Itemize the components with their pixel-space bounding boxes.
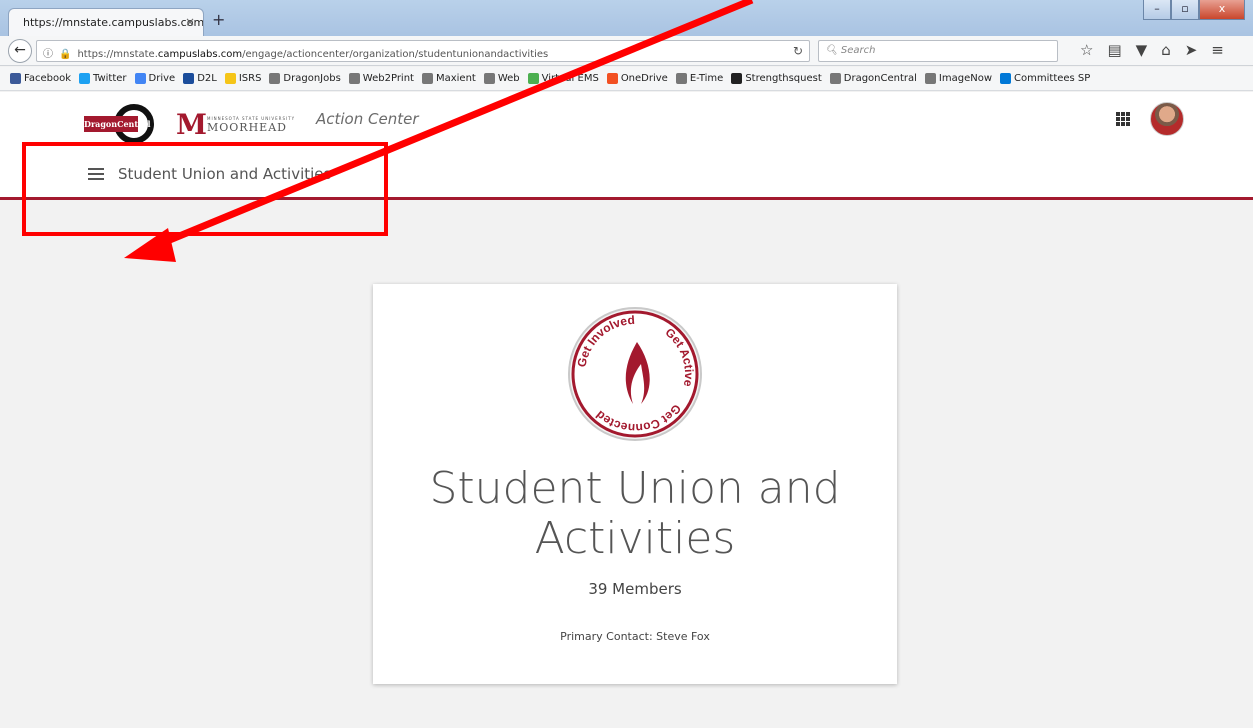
bookmark-favicon-icon <box>924 73 936 84</box>
url-host: campuslabs.com <box>157 49 243 60</box>
new-tab-button[interactable]: + <box>212 10 225 29</box>
member-count[interactable]: 39 Members <box>373 580 897 598</box>
bookmark-item[interactable]: DragonJobs <box>269 73 341 84</box>
bookmark-item[interactable]: Web <box>483 73 520 84</box>
toolbar-icons: ☆ ▤ ▼ ⌂ ➤ ≡ <box>1080 41 1224 59</box>
url-bar[interactable]: ⓘ 🔒 https://mnstate.campuslabs.com/engage/… <box>36 40 810 62</box>
bookmarks-bar: Facebook Twitter Drive D2L ISRS DragonJobs Web… <box>0 67 1253 91</box>
bookmark-label: Virtual EMS <box>541 73 599 84</box>
tab-close-icon[interactable]: × <box>185 15 195 29</box>
bookmark-favicon-icon <box>224 73 236 84</box>
page-content: DragonCentral M MINNESOTA STATE UNIVERSI… <box>0 92 1253 728</box>
bookmark-label: ImageNow <box>938 73 993 84</box>
bookmark-item[interactable]: Web2Print <box>348 73 414 84</box>
window-controls: – ▫ x <box>1143 0 1245 20</box>
bookmark-item[interactable]: Maxient <box>421 73 476 84</box>
bookmark-favicon-icon <box>10 73 21 84</box>
dragon-central-banner: DragonCentral <box>84 116 151 132</box>
search-placeholder: Search <box>840 45 876 56</box>
bookmark-favicon-icon <box>79 73 90 84</box>
home-icon[interactable]: ⌂ <box>1161 41 1171 59</box>
msum-wordmark: MINNESOTA STATE UNIVERSITY MOORHEAD <box>207 116 295 134</box>
organization-title-line1: Student Union and <box>429 463 841 514</box>
bookmark-favicon-icon <box>527 73 539 84</box>
bookmark-item[interactable]: DragonCentral <box>829 73 917 84</box>
bookmark-favicon-icon <box>421 73 433 84</box>
search-input[interactable]: 🔍︎ Search <box>818 40 1058 62</box>
bookmark-label: D2L <box>197 73 217 84</box>
bookmark-item[interactable]: Committees SP <box>1000 73 1090 84</box>
bookmark-favicon-icon <box>606 73 618 84</box>
bookmark-favicon-icon <box>731 73 743 84</box>
primary-contact: Primary Contact: Steve Fox <box>560 630 710 643</box>
search-icon: 🔍︎ <box>825 45 841 56</box>
bookmark-label: OneDrive <box>620 73 668 84</box>
url-prefix: https://mnstate. <box>77 49 158 60</box>
send-icon[interactable]: ➤ <box>1185 41 1198 59</box>
bookmark-item[interactable]: E-Time <box>675 73 724 84</box>
info-icon[interactable]: ⓘ <box>43 49 53 60</box>
bookmark-favicon-icon <box>1000 73 1012 84</box>
app-title[interactable]: Action Center <box>316 110 419 128</box>
bookmark-item[interactable]: Strengthsquest <box>731 73 822 84</box>
organization-title-line2: Activities <box>534 513 736 564</box>
close-window-button[interactable]: x <box>1199 0 1245 20</box>
organization-card: Get Involved Get Active Get Connected St… <box>373 284 897 684</box>
bookmark-label: Strengthsquest <box>745 73 822 84</box>
annotation-highlight-box <box>22 142 388 236</box>
bookmark-label: Twitter <box>93 73 127 84</box>
back-arrow-icon: ← <box>14 42 26 58</box>
bookmark-item[interactable]: ImageNow <box>924 73 993 84</box>
reload-icon[interactable]: ↻ <box>793 44 803 58</box>
bookmark-label: Web2Print <box>362 73 414 84</box>
bookmark-item[interactable]: Facebook <box>10 73 71 84</box>
tab-title: https://mnstate.campuslabs.com <box>23 16 204 29</box>
msum-big-text: MOORHEAD <box>207 120 287 134</box>
bookmark-item[interactable]: D2L <box>183 73 217 84</box>
bookmark-item[interactable]: Drive <box>134 73 176 84</box>
bookmark-label: Facebook <box>24 73 71 84</box>
apps-grid-icon[interactable] <box>1116 112 1130 126</box>
bookmark-item[interactable]: ISRS <box>224 73 262 84</box>
organization-title: Student Union and Activities <box>373 464 897 564</box>
minimize-button[interactable]: – <box>1143 0 1171 20</box>
bookmark-star-icon[interactable]: ☆ <box>1080 41 1093 59</box>
bookmark-label: DragonJobs <box>283 73 341 84</box>
browser-tab[interactable]: https://mnstate.campuslabs.com × <box>8 8 204 36</box>
avatar[interactable] <box>1150 102 1184 136</box>
bookmark-favicon-icon <box>183 73 195 84</box>
bookmark-favicon-icon <box>675 73 687 84</box>
dragon-central-logo[interactable]: DragonCentral <box>84 104 154 144</box>
url-path: /engage/actioncenter/organization/studen… <box>242 49 549 60</box>
bookmark-favicon-icon <box>134 73 146 84</box>
bookmark-label: Web <box>497 73 520 84</box>
bookmark-favicon-icon <box>348 73 360 84</box>
bookmark-item[interactable]: Twitter <box>79 73 127 84</box>
bookmark-favicon-icon <box>269 73 281 84</box>
back-button[interactable]: ← <box>8 39 32 63</box>
bookmark-favicon-icon <box>483 73 495 84</box>
bookmark-label: DragonCentral <box>843 73 917 84</box>
bookmark-label: Committees SP <box>1014 73 1091 84</box>
msum-logo[interactable]: M MINNESOTA STATE UNIVERSITY MOORHEAD <box>176 108 295 141</box>
window-titlebar: https://mnstate.campuslabs.com × + – ▫ x <box>0 0 1253 36</box>
bookmark-label: ISRS <box>238 73 262 84</box>
bookmark-item[interactable]: OneDrive <box>606 73 668 84</box>
msum-m-icon: M <box>176 108 207 141</box>
menu-icon[interactable]: ≡ <box>1211 41 1224 59</box>
lock-icon: 🔒 <box>59 49 72 60</box>
reading-list-icon[interactable]: ▤ <box>1107 41 1121 59</box>
bookmark-favicon-icon <box>829 73 841 84</box>
browser-navbar: ← ⓘ 🔒 https://mnstate.campuslabs.com/engag… <box>0 36 1253 66</box>
pocket-icon[interactable]: ▼ <box>1136 41 1148 59</box>
maximize-button[interactable]: ▫ <box>1171 0 1199 20</box>
bookmark-item[interactable]: Virtual EMS <box>527 73 599 84</box>
bookmark-label: E-Time <box>689 73 724 84</box>
get-involved-seal-logo: Get Involved Get Active Get Connected <box>568 307 702 441</box>
bookmark-label: Drive <box>148 73 176 84</box>
bookmark-label: Maxient <box>435 73 476 84</box>
